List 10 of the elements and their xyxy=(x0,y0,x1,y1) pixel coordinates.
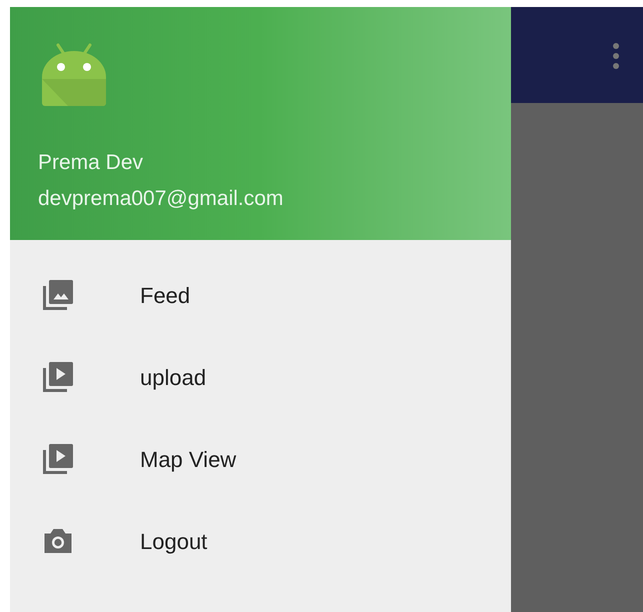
user-email: devprema007@gmail.com xyxy=(38,186,284,212)
drawer-menu-item[interactable]: Map View xyxy=(10,418,511,500)
drawer-menu-item[interactable]: Feed xyxy=(10,254,511,336)
drawer-menu-item[interactable]: upload xyxy=(10,336,511,418)
video-library-icon xyxy=(40,441,76,477)
more-options-icon[interactable] xyxy=(613,43,619,69)
video-library-icon xyxy=(40,359,76,395)
user-name: Prema Dev xyxy=(38,150,144,176)
photo-library-icon xyxy=(40,277,76,313)
drawer-menu-item[interactable]: Logout xyxy=(10,500,511,582)
